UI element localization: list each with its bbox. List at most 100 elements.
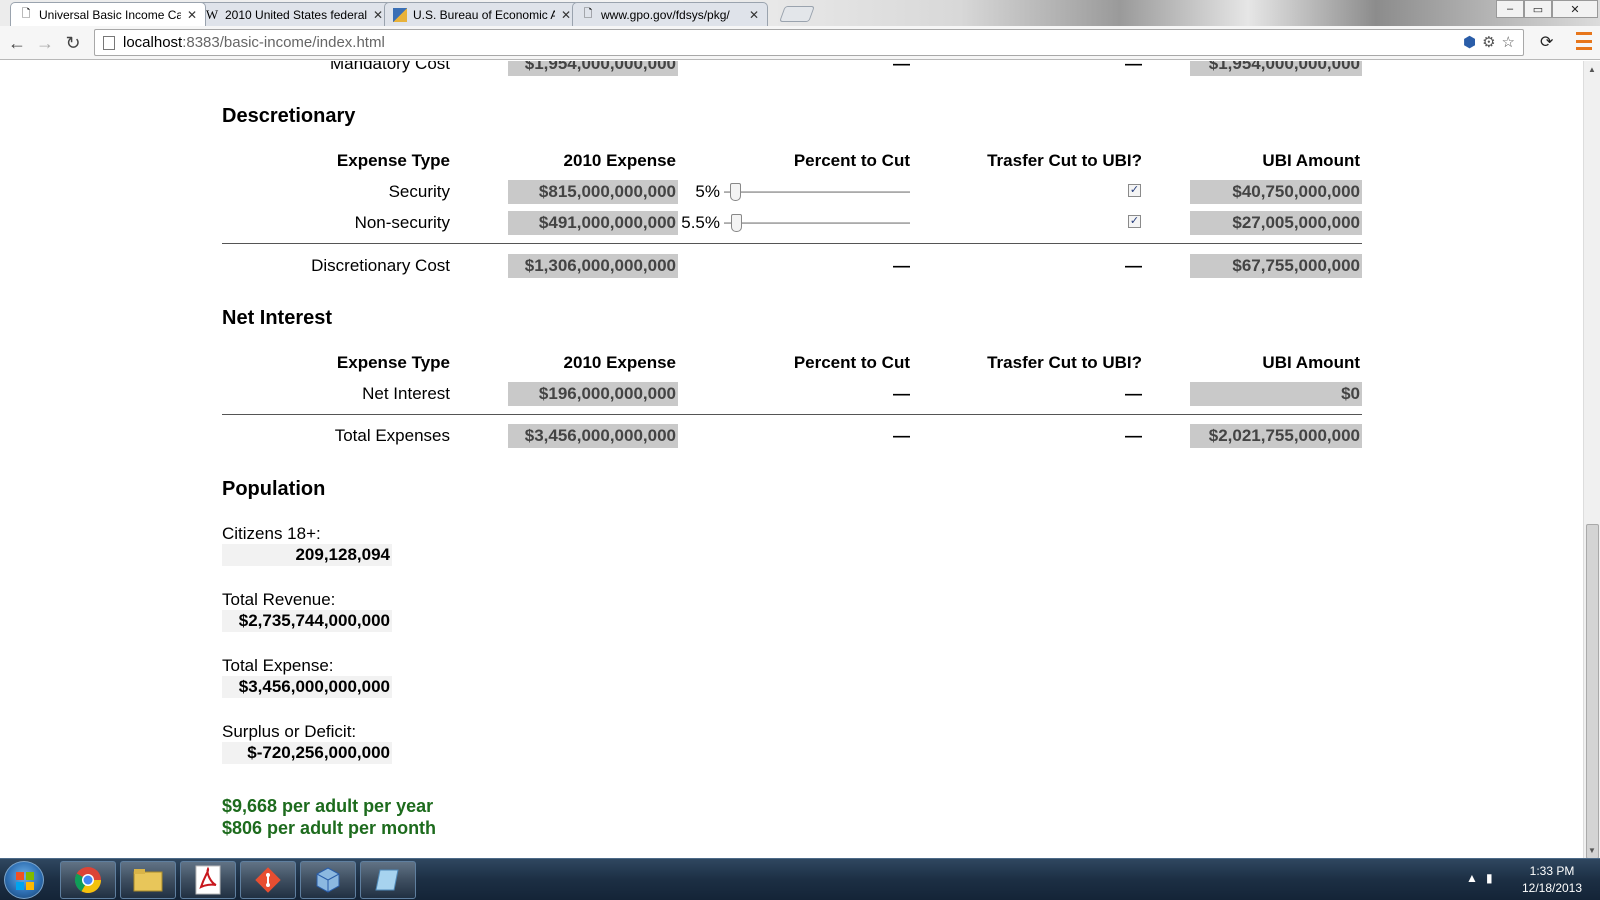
section-title-population: Population (222, 478, 326, 500)
transfer-cell: — (1125, 426, 1142, 445)
show-hidden-icons-arrow-icon[interactable]: ▲ (1466, 871, 1478, 885)
url-text: localhost:8383/basic-income/index.html (123, 34, 385, 51)
percent-cell: — (893, 384, 910, 403)
table-row-net-interest: Net Interest $196,000,000,000 — — $0 (222, 382, 1362, 406)
ubi-per-month: $806 per adult per month (222, 818, 437, 838)
page-icon: 🗋 (583, 8, 593, 20)
citizens-label: Citizens 18+: (222, 524, 321, 543)
start-button[interactable] (4, 861, 44, 899)
scroll-thumb[interactable] (1586, 524, 1599, 859)
header-ubi-amount: UBI Amount (1262, 353, 1360, 372)
close-window-button[interactable]: ✕ (1552, 0, 1598, 18)
total-expenses-row: Total Expenses $3,456,000,000,000 — — $2… (222, 424, 1362, 448)
transfer-checkbox-security[interactable]: ✓ (1128, 184, 1141, 197)
ubi-value: $0 (1190, 382, 1362, 406)
header-transfer-cut: Trasfer Cut to UBI? (987, 353, 1142, 372)
header-2010-expense: 2010 Expense (563, 151, 676, 170)
header-transfer-cut: Trasfer Cut to UBI? (987, 151, 1142, 170)
address-bar[interactable]: localhost:8383/basic-income/index.html ⬢… (94, 29, 1524, 56)
net-interest-header-row: Expense Type 2010 Expense Percent to Cut… (222, 351, 1362, 375)
scroll-down-arrow-icon[interactable]: ▼ (1588, 846, 1596, 855)
discretionary-header-row: Expense Type 2010 Expense Percent to Cut… (222, 149, 1362, 173)
row-label: Discretionary Cost (311, 256, 450, 275)
header-percent-to-cut: Percent to Cut (793, 353, 910, 372)
file-explorer-icon[interactable] (120, 861, 176, 899)
page-viewport: Mandatory Cost $1,954,000,000,000 — — $1… (0, 61, 1583, 858)
slider-track[interactable] (724, 191, 910, 193)
citizens-value: 209,128,094 (222, 544, 392, 566)
close-icon[interactable]: ✕ (373, 8, 383, 22)
cube-extension-icon[interactable]: ⬢ (1463, 33, 1476, 51)
gear-icon[interactable]: ⚙ (1482, 33, 1495, 51)
slider-thumb[interactable] (731, 214, 742, 232)
expense-value: $1,306,000,000,000 (508, 254, 678, 278)
close-icon[interactable]: ✕ (187, 8, 197, 22)
close-icon[interactable]: ✕ (749, 8, 759, 22)
tab-title: www.gpo.gov/fdsys/pkg/ (601, 7, 730, 22)
transfer-cell: — (1125, 384, 1142, 403)
total-revenue-value: $2,735,744,000,000 (222, 610, 392, 632)
git-icon[interactable] (240, 861, 296, 899)
scroll-up-arrow-icon[interactable]: ▲ (1588, 65, 1596, 74)
mandatory-total-row: Mandatory Cost $1,954,000,000,000 — — $1… (222, 61, 1362, 76)
tab-strip: 🗋 Universal Basic Income Ca ✕ W 2010 Uni… (0, 0, 1600, 26)
header-percent-to-cut: Percent to Cut (793, 151, 910, 170)
divider (222, 243, 1362, 244)
minimize-button[interactable]: – (1496, 0, 1524, 18)
slider-thumb[interactable] (730, 183, 741, 201)
tab-title: Universal Basic Income Ca (39, 7, 181, 22)
slider-track[interactable] (724, 222, 910, 224)
header-2010-expense: 2010 Expense (563, 353, 676, 372)
chrome-menu-icon[interactable] (1576, 32, 1592, 50)
table-row-non-security: Non-security $491,000,000,000 5.5% ✓ $27… (222, 211, 1362, 235)
surplus-deficit-label: Surplus or Deficit: (222, 722, 357, 741)
row-label: Total Expenses (334, 426, 450, 445)
forward-arrow-icon[interactable]: → (34, 32, 56, 54)
adobe-reader-icon[interactable] (180, 861, 236, 899)
close-icon[interactable]: ✕ (561, 8, 571, 22)
sync-extension-icon[interactable]: ⟳ (1540, 32, 1553, 52)
total-expense-value: $3,456,000,000,000 (222, 676, 392, 698)
percent-label: 5.5% (681, 213, 720, 232)
wikipedia-icon: W (205, 6, 219, 22)
virtualbox-icon[interactable] (300, 861, 356, 899)
system-clock[interactable]: 1:33 PM 12/18/2013 (1512, 863, 1592, 897)
back-arrow-icon[interactable]: ← (6, 32, 28, 54)
tab-universal-basic-income[interactable]: 🗋 Universal Basic Income Ca ✕ (10, 2, 206, 26)
omnibox-icons: ⬢ ⚙ ☆ (1463, 33, 1515, 51)
new-tab-button[interactable] (779, 6, 815, 22)
tab-title: U.S. Bureau of Economic A (413, 7, 555, 22)
browser-toolbar: ← → ↻ localhost:8383/basic-income/index.… (0, 26, 1600, 60)
table-row-security: Security $815,000,000,000 5% ✓ $40,750,0… (222, 180, 1362, 204)
total-expense-label: Total Expense: (222, 656, 334, 675)
tab-wikipedia[interactable]: W 2010 United States federal ✕ (196, 2, 392, 26)
maximize-button[interactable]: ▭ (1524, 0, 1552, 18)
reload-icon[interactable]: ↻ (62, 32, 84, 54)
percent-cut-slider-security[interactable]: 5% (680, 180, 910, 204)
tab-bea[interactable]: U.S. Bureau of Economic A ✕ (384, 2, 580, 26)
vertical-scrollbar[interactable]: ▲ ▼ (1583, 61, 1600, 859)
ubi-value: $67,755,000,000 (1190, 254, 1362, 278)
ubi-value: $27,005,000,000 (1190, 211, 1362, 235)
expense-value: $196,000,000,000 (508, 382, 678, 406)
ubi-value: $1,954,000,000,000 (1190, 61, 1362, 76)
percent-cut-slider-non-security[interactable]: 5.5% (680, 211, 910, 235)
transfer-cell: — (1125, 256, 1142, 275)
bea-icon (393, 7, 407, 22)
tab-gpo[interactable]: 🗋 www.gpo.gov/fdsys/pkg/ ✕ (572, 2, 768, 26)
star-icon[interactable]: ☆ (1502, 33, 1515, 51)
transfer-checkbox-non-security[interactable]: ✓ (1128, 215, 1141, 228)
page-icon: 🗋 (21, 8, 31, 20)
percent-cell: — (893, 61, 910, 73)
page-icon (103, 35, 115, 50)
chrome-icon[interactable] (60, 861, 116, 899)
ubi-value: $40,750,000,000 (1190, 180, 1362, 204)
section-title-net-interest: Net Interest (222, 307, 333, 329)
clock-date: 12/18/2013 (1521, 881, 1583, 895)
expense-value: $3,456,000,000,000 (508, 424, 678, 448)
header-ubi-amount: UBI Amount (1262, 151, 1360, 170)
battery-icon[interactable]: ▮ (1486, 871, 1493, 885)
notepad-icon[interactable] (360, 861, 416, 899)
section-title-discretionary: Descretionary (222, 105, 356, 127)
percent-cell: — (893, 256, 910, 275)
